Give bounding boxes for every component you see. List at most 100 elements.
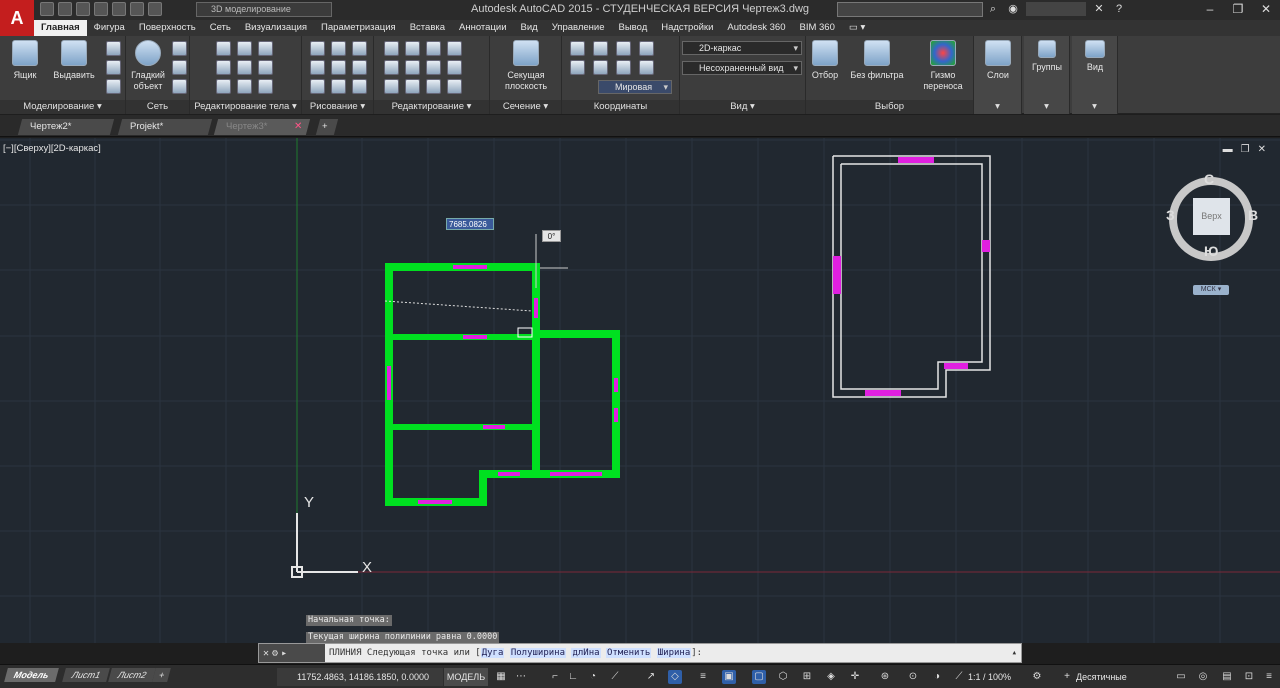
transparency-icon[interactable]: ▣ [722, 670, 736, 684]
undo-icon[interactable] [130, 2, 144, 16]
panel-view2-expand[interactable]: ▾ [1072, 100, 1117, 114]
rectangle-icon[interactable] [352, 60, 367, 75]
polar-icon[interactable]: ◔ [586, 670, 600, 684]
ribbon-tab-0[interactable]: Главная [34, 20, 87, 36]
dynamic-ucs-icon[interactable]: ⊞ [800, 670, 814, 684]
viewcube-south[interactable]: Ю [1204, 243, 1218, 259]
close-viewport-icon[interactable]: ✕ [1258, 144, 1266, 155]
groups-button[interactable]: Группы [1026, 40, 1068, 73]
panel-view-label[interactable]: Вид ▾ [680, 100, 805, 114]
save-as-icon[interactable] [94, 2, 108, 16]
section-plane-button[interactable]: Секущая плоскость [500, 40, 552, 92]
command-prompt[interactable]: ПЛИНИЯ Следующая точка или [Дуга Полушир… [325, 648, 702, 658]
smooth-less-icon[interactable] [172, 60, 187, 75]
mirror-icon[interactable] [447, 41, 462, 56]
viewcube-west[interactable]: З [1166, 207, 1175, 223]
ribbon-tab-14[interactable]: ▭ ▾ [842, 20, 872, 36]
gizmo-status-icon[interactable]: ✛ [848, 670, 862, 684]
ribbon-tab-7[interactable]: Аннотации [452, 20, 514, 36]
rotate-icon[interactable] [405, 41, 420, 56]
binoculars-icon[interactable]: ⌕ [986, 2, 1000, 16]
drawing-canvas[interactable]: Y X [0, 138, 1280, 643]
wcs-menu[interactable]: МСК ▾ [1193, 285, 1229, 295]
copy-icon[interactable] [426, 41, 441, 56]
loft-icon[interactable] [106, 60, 121, 75]
selection-filter-icon[interactable]: ◈ [824, 670, 838, 684]
box-button[interactable]: Ящик [8, 40, 42, 81]
ortho-icon[interactable]: ∟ [566, 670, 580, 684]
panel-coords-label[interactable]: Координаты [562, 100, 679, 114]
culling-button[interactable]: Отбор [808, 40, 842, 81]
annotation-visibility-icon[interactable]: ⊛ [878, 670, 892, 684]
coordinates-readout[interactable]: 11752.4863, 14186.1850, 0.0000 [277, 668, 443, 686]
workspace-select[interactable]: 3D моделирование [196, 2, 332, 17]
restore-icon[interactable]: ❐ [1224, 0, 1252, 18]
close-tab-icon[interactable]: ✕ [294, 119, 302, 135]
grid-icon[interactable]: ▦ [494, 670, 508, 684]
model-space-button[interactable]: МОДЕЛЬ [444, 668, 488, 686]
extract-edges-icon[interactable] [237, 41, 252, 56]
ribbon-tab-12[interactable]: Autodesk 360 [720, 20, 792, 36]
app-menu-button[interactable]: A [0, 0, 34, 36]
coord-system-select[interactable]: Мировая [598, 80, 672, 94]
open-icon[interactable] [58, 2, 72, 16]
shell-icon[interactable] [258, 60, 273, 75]
close-icon[interactable]: ✕ [1252, 0, 1280, 18]
ribbon-tab-8[interactable]: Вид [514, 20, 545, 36]
option-width[interactable]: Ширина [656, 648, 692, 658]
ucs-x-icon[interactable] [570, 60, 585, 75]
explode-icon[interactable] [447, 79, 462, 94]
hardware-acceleration-icon[interactable]: ▤ [1220, 670, 1234, 684]
new-icon[interactable] [40, 2, 54, 16]
object-snap-icon[interactable]: ◇ [668, 670, 682, 684]
gizmo-button[interactable]: Гизмо переноса [918, 40, 968, 92]
drawing-viewport[interactable]: Y X [−][Сверху][2D-каркас] ▬ ❐ ✕ С Ю З В… [0, 138, 1280, 643]
layout-tab-sheet2[interactable]: Лист2 [108, 668, 157, 682]
panel-layers-expand[interactable]: ▾ [974, 100, 1021, 114]
polyline-icon[interactable] [310, 41, 325, 56]
viewcube[interactable]: С Ю З В Верх [1166, 171, 1258, 259]
polygon-icon[interactable] [310, 79, 325, 94]
quick-properties-icon[interactable]: ▭ [1174, 670, 1188, 684]
ribbon-tab-10[interactable]: Вывод [612, 20, 655, 36]
plan-walls-green[interactable] [385, 263, 620, 506]
viewcube-east[interactable]: В [1248, 207, 1258, 223]
layout-tab-model[interactable]: Модель [4, 668, 59, 682]
no-filter-button[interactable]: Без фильтра [846, 40, 908, 81]
isodraft-icon[interactable]: ⟋ [608, 670, 622, 684]
ellipse-icon[interactable] [331, 79, 346, 94]
exchange-icon[interactable]: ✕ [1092, 2, 1106, 16]
arc-icon[interactable] [331, 60, 346, 75]
layout-tab-sheet1[interactable]: Лист1 [62, 668, 111, 682]
saved-view-select[interactable]: Несохраненный вид [682, 61, 802, 75]
stretch-icon[interactable] [384, 60, 399, 75]
command-history-dropdown-icon[interactable]: ▴ [1012, 648, 1021, 658]
workspace-gear-icon[interactable]: ⚙ [1030, 670, 1044, 684]
ucs-3point-icon[interactable] [639, 60, 654, 75]
panel-solid-edit-label[interactable]: Редактирование тела ▾ [190, 100, 301, 114]
annotation-scale-icon[interactable]: ◑ [930, 670, 944, 684]
ucs-origin-icon[interactable] [616, 41, 631, 56]
ribbon-tab-4[interactable]: Визуализация [238, 20, 314, 36]
clean-screen-icon[interactable]: ⊡ [1242, 670, 1256, 684]
help-icon[interactable]: ? [1112, 2, 1126, 16]
option-halfwidth[interactable]: Полуширина [509, 648, 567, 658]
ucs-world-icon[interactable] [593, 41, 608, 56]
autoscale-icon[interactable]: ⊙ [906, 670, 920, 684]
panel-mesh-label[interactable]: Сеть [126, 100, 189, 114]
scale-icon[interactable] [384, 79, 399, 94]
close-cmd-icon[interactable]: ✕ [263, 648, 269, 659]
ribbon-tab-5[interactable]: Параметризация [314, 20, 403, 36]
minimize-viewport-icon[interactable]: ▬ [1223, 144, 1233, 155]
search-input[interactable] [837, 2, 983, 17]
restore-viewport-icon[interactable]: ❐ [1241, 144, 1250, 155]
option-length[interactable]: длИна [571, 648, 601, 658]
subtract-icon[interactable] [216, 60, 231, 75]
fillet-icon[interactable] [426, 60, 441, 75]
annotative-icon[interactable]: ⟋ [952, 670, 966, 684]
circle-icon[interactable] [352, 41, 367, 56]
annotation-scale-readout[interactable]: 1:1 / 100% [968, 668, 1011, 686]
panel-modify-label[interactable]: Редактирование ▾ [374, 100, 489, 114]
smooth-more-icon[interactable] [172, 41, 187, 56]
visual-style-select[interactable]: 2D-каркас [682, 41, 802, 55]
